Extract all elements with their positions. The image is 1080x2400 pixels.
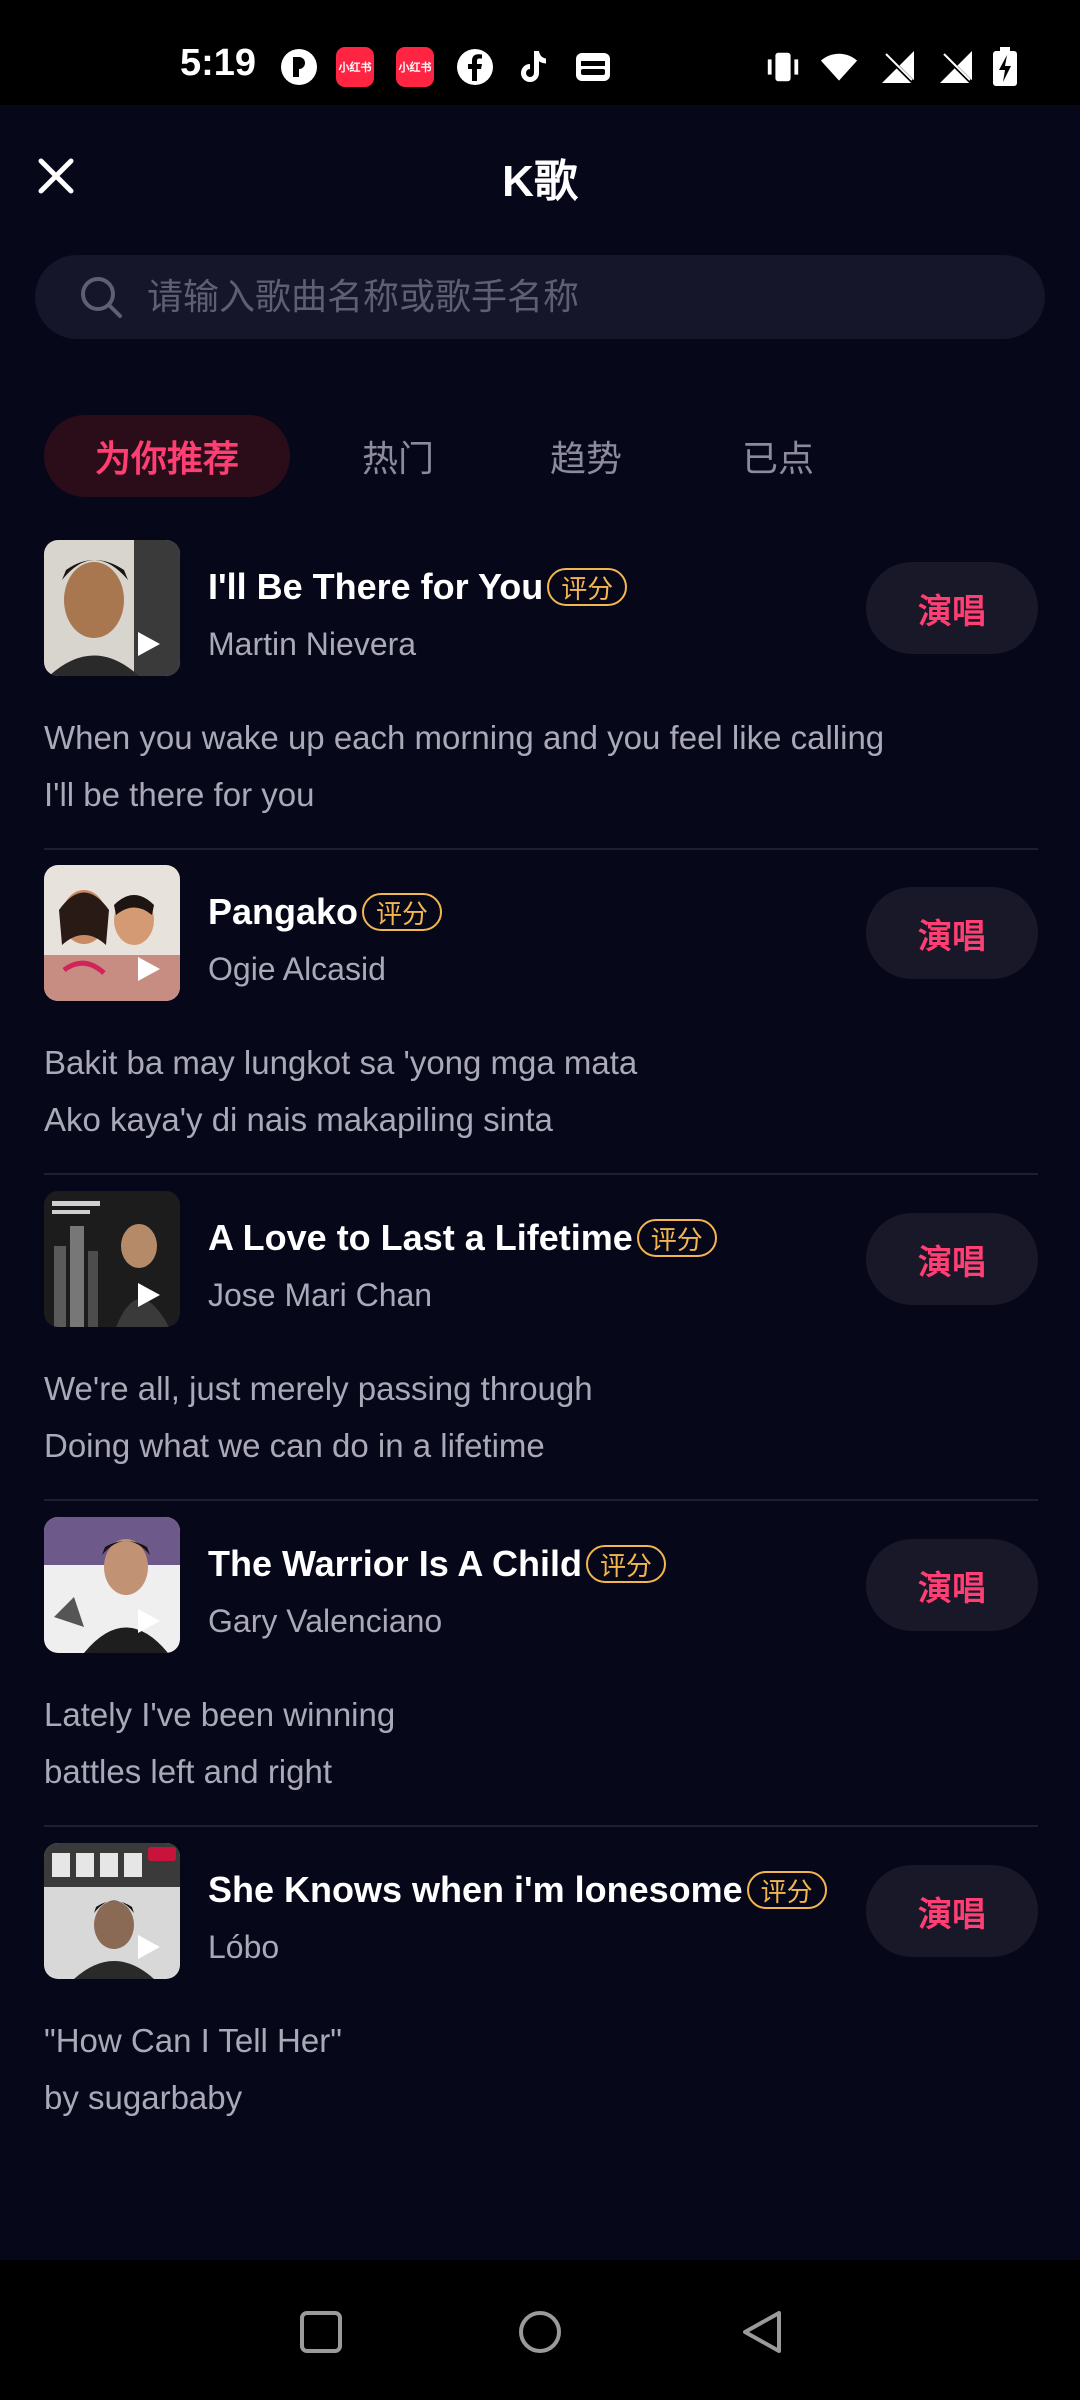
album-cover[interactable] (44, 1843, 180, 1979)
status-time: 5:19 (180, 42, 257, 84)
song-artist: Martin Nievera (208, 626, 417, 662)
play-icon (138, 1609, 160, 1633)
page-title: K歌 (502, 157, 578, 206)
facebook-icon (456, 48, 494, 86)
song-artist: Lóbo (208, 1929, 280, 1965)
song-title: The Warrior Is A Child (208, 1543, 583, 1584)
song-title: She Knows when i'm lonesome (208, 1869, 743, 1910)
home-circle-icon (519, 2311, 561, 2353)
song-title-row: I'll Be There for You 评分 (208, 566, 628, 608)
song-title-row: She Knows when i'm lonesome 评分 (208, 1869, 827, 1911)
song-title-row: The Warrior Is A Child 评分 (208, 1543, 667, 1585)
score-badge: 评分 (586, 1545, 667, 1583)
play-icon (138, 1283, 160, 1307)
search-input[interactable] (147, 276, 967, 318)
song-item: Pangako 评分 Ogie Alcasid 演唱 Bakit ba may … (0, 865, 1080, 1190)
no-signal-icon (880, 48, 918, 86)
album-cover[interactable] (44, 1517, 180, 1653)
song-title: I'll Be There for You (208, 566, 544, 607)
vibrate-icon (764, 48, 802, 86)
album-cover[interactable] (44, 540, 180, 676)
song-artist: Jose Mari Chan (208, 1277, 433, 1313)
back-triangle-icon (743, 2311, 781, 2353)
song-item: A Love to Last a Lifetime 评分 Jose Mari C… (0, 1191, 1080, 1516)
album-cover[interactable] (44, 865, 180, 1001)
album-cover[interactable] (44, 1191, 180, 1327)
status-bar: 5:19 小红书 小红书 (0, 0, 1080, 105)
song-title: Pangako (208, 891, 359, 932)
sing-button[interactable]: 演唱 (866, 887, 1038, 979)
xiaohongshu-icon: 小红书 (396, 47, 434, 87)
song-artist: Ogie Alcasid (208, 951, 386, 987)
song-artist: Gary Valenciano (208, 1603, 443, 1639)
top-bar: K歌 (0, 105, 1080, 235)
tab-bar: 为你推荐 热门 趋势 已点 (0, 415, 1080, 505)
lyric-line: Bakit ba may lungkot sa 'yong mga mata (44, 1044, 638, 1081)
wifi-icon (820, 48, 858, 86)
lyric-line: battles left and right (44, 1753, 333, 1790)
sing-button[interactable]: 演唱 (866, 1865, 1038, 1957)
lyric-line: Lately I've been winning (44, 1696, 396, 1733)
search-icon (81, 277, 122, 318)
play-icon (138, 1935, 160, 1959)
score-badge: 评分 (636, 1219, 717, 1257)
circle-p-icon (280, 48, 318, 86)
tab-trending[interactable]: 趋势 (516, 415, 656, 497)
recents-square-icon (300, 2311, 342, 2353)
song-item: The Warrior Is A Child 评分 Gary Valencian… (0, 1517, 1080, 1842)
score-badge: 评分 (746, 1871, 827, 1909)
tab-recommended[interactable]: 为你推荐 (44, 415, 290, 497)
sing-button[interactable]: 演唱 (866, 1213, 1038, 1305)
back-button[interactable] (734, 2304, 790, 2360)
lyric-line: When you wake up each morning and you fe… (44, 719, 885, 756)
song-title: A Love to Last a Lifetime (208, 1217, 633, 1258)
sing-button[interactable]: 演唱 (866, 1539, 1038, 1631)
lyric-line: Ako kaya'y di nais makapiling sinta (44, 1101, 553, 1138)
score-badge: 评分 (547, 568, 628, 606)
lyric-line: "How Can I Tell Her" (44, 2022, 342, 2059)
play-icon (138, 957, 160, 981)
song-item: She Knows when i'm lonesome 评分 Lóbo 演唱 "… (0, 1843, 1080, 2143)
song-item: I'll Be There for You 评分 Martin Nievera … (0, 540, 1080, 865)
battery-charging-icon (986, 47, 1024, 86)
search-bar[interactable] (35, 255, 1045, 339)
song-title-row: A Love to Last a Lifetime 评分 (208, 1217, 717, 1259)
divider (44, 1825, 1038, 1827)
tab-hot[interactable]: 热门 (328, 415, 468, 497)
lyric-line: I'll be there for you (44, 776, 315, 813)
xiaohongshu-icon: 小红书 (336, 47, 374, 87)
sing-button[interactable]: 演唱 (866, 562, 1038, 654)
divider (44, 1499, 1038, 1501)
recents-button[interactable] (293, 2304, 349, 2360)
lyric-line: We're all, just merely passing through (44, 1370, 593, 1407)
tab-ordered[interactable]: 已点 (708, 415, 848, 497)
xhs-label: 小红书 (396, 47, 434, 87)
no-signal-icon (938, 48, 976, 86)
system-nav-bar (0, 2260, 1080, 2400)
home-button[interactable] (512, 2304, 568, 2360)
score-badge: 评分 (362, 893, 443, 931)
xhs-label: 小红书 (336, 47, 374, 87)
karaoke-screen: K歌 为你推荐 热门 趋势 已点 I'll Be There for You 评… (0, 105, 1080, 2260)
lyric-line: by sugarbaby (44, 2079, 243, 2116)
song-title-row: Pangako 评分 (208, 891, 443, 933)
play-icon (138, 632, 160, 656)
divider (44, 848, 1038, 850)
wallet-icon (574, 48, 612, 86)
lyric-line: Doing what we can do in a lifetime (44, 1427, 545, 1464)
tiktok-icon (514, 48, 552, 86)
divider (44, 1173, 1038, 1175)
